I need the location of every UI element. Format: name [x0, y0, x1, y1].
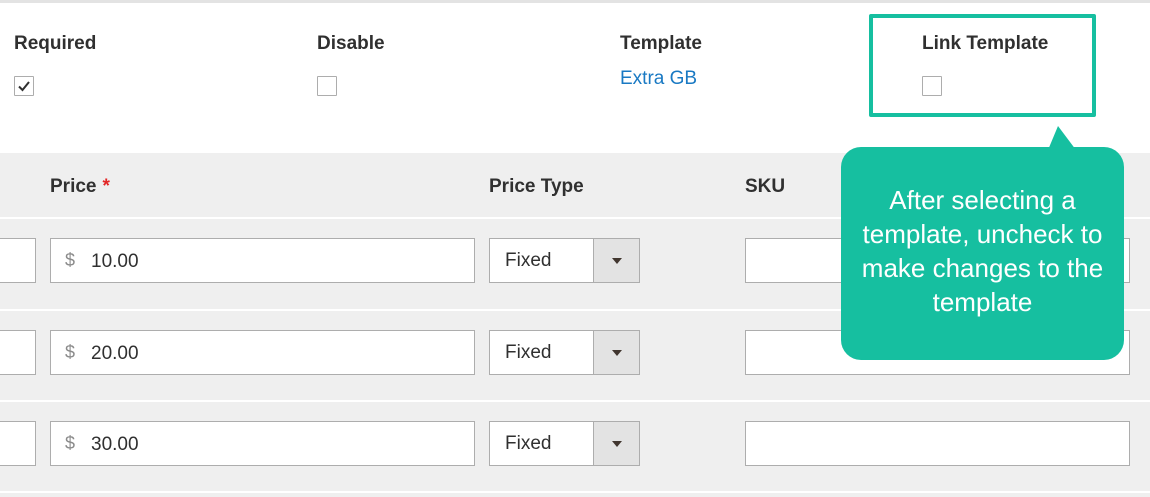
- template-label: Template: [620, 33, 703, 54]
- sku-column-header: SKU: [745, 176, 786, 197]
- title-input[interactable]: [0, 330, 36, 375]
- required-label: Required: [14, 33, 97, 54]
- price-type-dropdown-button[interactable]: [593, 422, 639, 465]
- required-mark: *: [102, 176, 110, 197]
- template-link[interactable]: Extra GB: [620, 68, 697, 90]
- price-type-select[interactable]: Fixed: [489, 330, 640, 375]
- checkmark-icon: [18, 81, 30, 92]
- price-column-header: Price *: [50, 176, 110, 198]
- disable-checkbox[interactable]: [317, 76, 337, 96]
- help-tooltip: After selecting a template, uncheck to m…: [841, 147, 1124, 360]
- currency-symbol: $: [65, 342, 76, 362]
- price-type-select[interactable]: Fixed: [489, 421, 640, 466]
- tooltip-text: After selecting a template, uncheck to m…: [861, 184, 1104, 317]
- price-value: 20.00: [91, 343, 139, 364]
- price-type-dropdown-button[interactable]: [593, 331, 639, 374]
- sku-input[interactable]: [745, 421, 1130, 466]
- disable-label: Disable: [317, 33, 385, 54]
- price-type-value: Fixed: [505, 433, 552, 454]
- row-divider: [0, 491, 1150, 493]
- chevron-down-icon: [612, 350, 622, 356]
- price-type-value: Fixed: [505, 250, 552, 271]
- chevron-down-icon: [612, 258, 622, 264]
- price-value: 10.00: [91, 251, 139, 272]
- price-input[interactable]: $ 10.00: [50, 238, 475, 283]
- chevron-down-icon: [612, 441, 622, 447]
- currency-symbol: $: [65, 250, 76, 270]
- price-value: 30.00: [91, 434, 139, 455]
- price-input[interactable]: $ 30.00: [50, 421, 475, 466]
- title-input[interactable]: [0, 238, 36, 283]
- price-input[interactable]: $ 20.00: [50, 330, 475, 375]
- required-checkbox[interactable]: [14, 76, 34, 96]
- price-type-dropdown-button[interactable]: [593, 239, 639, 282]
- price-type-select[interactable]: Fixed: [489, 238, 640, 283]
- row-divider: [0, 400, 1150, 402]
- price-header-label: Price: [50, 176, 97, 197]
- price-type-value: Fixed: [505, 342, 552, 363]
- top-divider: [0, 0, 1150, 3]
- link-template-highlight: [869, 14, 1096, 117]
- currency-symbol: $: [65, 433, 76, 453]
- price-type-column-header: Price Type: [489, 176, 584, 197]
- title-input[interactable]: [0, 421, 36, 466]
